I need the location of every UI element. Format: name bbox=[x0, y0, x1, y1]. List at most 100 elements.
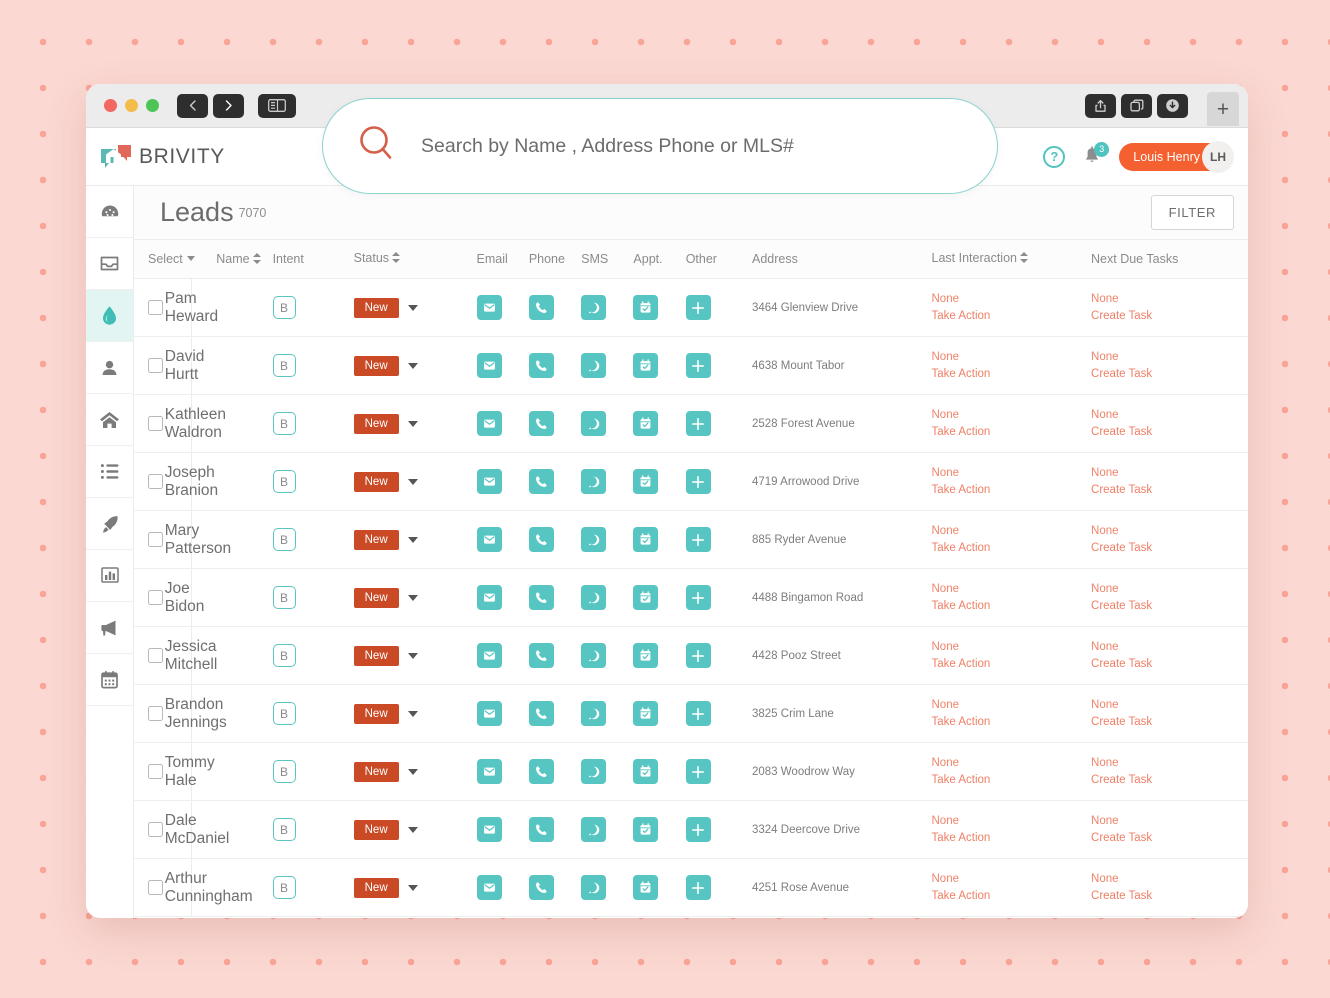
sidebar-item-marketing[interactable] bbox=[86, 602, 133, 654]
action-cell[interactable] bbox=[633, 568, 686, 627]
phone-icon[interactable] bbox=[528, 643, 554, 668]
download-button[interactable] bbox=[1157, 93, 1188, 118]
lead-name[interactable]: Arthur Cunningham bbox=[162, 858, 253, 917]
action-cell[interactable] bbox=[476, 278, 529, 337]
action-cell[interactable] bbox=[476, 626, 529, 685]
phone-icon[interactable] bbox=[528, 469, 554, 494]
chat-bubble-icon[interactable] bbox=[581, 469, 607, 494]
action-cell[interactable] bbox=[633, 336, 686, 395]
intent-cell[interactable]: B bbox=[272, 568, 354, 627]
row-checkbox[interactable] bbox=[148, 474, 163, 489]
table-row[interactable]: Dale McDaniel B New 3324 Deercove Drive None… bbox=[134, 800, 1248, 859]
calendar-check-icon[interactable] bbox=[633, 643, 659, 668]
action-cell[interactable] bbox=[633, 684, 686, 743]
chat-bubble-icon[interactable] bbox=[581, 759, 607, 784]
action-cell[interactable] bbox=[685, 858, 738, 917]
action-cell[interactable] bbox=[581, 394, 634, 453]
next-due-cell[interactable]: None Create Task bbox=[1091, 800, 1248, 859]
lead-name[interactable]: David Hurtt bbox=[162, 336, 204, 395]
table-row[interactable]: Mary Patterson B New 885 Ryder Avenue None Ta… bbox=[134, 510, 1248, 569]
action-cell[interactable] bbox=[528, 684, 582, 743]
plus-icon[interactable] bbox=[685, 875, 711, 900]
search-input[interactable]: Search by Name , Address Phone or MLS# bbox=[421, 135, 794, 158]
action-cell[interactable] bbox=[528, 278, 582, 337]
phone-icon[interactable] bbox=[528, 701, 554, 726]
last-interaction-cell[interactable]: None Take Action bbox=[931, 684, 1092, 743]
intent-cell[interactable]: B bbox=[272, 858, 354, 917]
table-row[interactable]: Pam Heward B New 3464 Glenview Drive None Tak… bbox=[134, 278, 1248, 337]
row-checkbox[interactable] bbox=[148, 822, 163, 837]
action-cell[interactable] bbox=[685, 568, 738, 627]
action-cell[interactable] bbox=[581, 510, 634, 569]
header-address[interactable]: Address bbox=[738, 240, 932, 279]
row-checkbox[interactable] bbox=[148, 300, 163, 315]
row-checkbox[interactable] bbox=[148, 880, 163, 895]
action-cell[interactable] bbox=[633, 452, 686, 511]
header-name[interactable]: Name bbox=[216, 252, 249, 266]
chat-bubble-icon[interactable] bbox=[581, 701, 607, 726]
status-cell[interactable]: New bbox=[353, 452, 477, 511]
action-cell[interactable] bbox=[633, 510, 686, 569]
table-row[interactable]: Jessica Mitchell B New 4428 Pooz Street None… bbox=[134, 626, 1248, 685]
action-cell[interactable] bbox=[528, 626, 582, 685]
phone-icon[interactable] bbox=[528, 295, 554, 320]
action-cell[interactable] bbox=[528, 800, 582, 859]
action-cell[interactable] bbox=[633, 858, 686, 917]
table-row[interactable]: Arthur Cunningham B New 4251 Rose Avenue Non… bbox=[134, 858, 1248, 917]
calendar-check-icon[interactable] bbox=[633, 295, 659, 320]
next-due-cell[interactable]: None Create Task bbox=[1091, 336, 1248, 395]
row-checkbox[interactable] bbox=[148, 416, 163, 431]
envelope-icon[interactable] bbox=[476, 527, 502, 552]
intent-cell[interactable]: B bbox=[272, 278, 354, 337]
tabs-overview-button[interactable] bbox=[1121, 93, 1152, 118]
intent-cell[interactable]: B bbox=[272, 336, 354, 395]
filter-button[interactable]: FILTER bbox=[1150, 195, 1234, 230]
envelope-icon[interactable] bbox=[476, 759, 502, 784]
action-cell[interactable] bbox=[528, 510, 582, 569]
envelope-icon[interactable] bbox=[476, 295, 502, 320]
action-cell[interactable] bbox=[685, 278, 738, 337]
last-interaction-cell[interactable]: None Take Action bbox=[931, 568, 1092, 627]
phone-icon[interactable] bbox=[528, 875, 554, 900]
table-row[interactable]: Brandon Jennings B New 3825 Crim Lane None Ta… bbox=[134, 684, 1248, 743]
action-cell[interactable] bbox=[476, 394, 529, 453]
plus-icon[interactable] bbox=[685, 411, 711, 436]
phone-icon[interactable] bbox=[528, 527, 554, 552]
phone-icon[interactable] bbox=[528, 353, 554, 378]
sidebar-item-calendar[interactable] bbox=[86, 654, 133, 706]
action-cell[interactable] bbox=[685, 510, 738, 569]
phone-icon[interactable] bbox=[528, 585, 554, 610]
lead-name[interactable]: Mary Patterson bbox=[162, 510, 231, 569]
lead-name[interactable]: Dale McDaniel bbox=[162, 800, 229, 859]
user-menu[interactable]: Louis Henry LH bbox=[1119, 140, 1234, 173]
row-checkbox[interactable] bbox=[148, 706, 163, 721]
action-cell[interactable] bbox=[476, 800, 529, 859]
envelope-icon[interactable] bbox=[476, 817, 502, 842]
action-cell[interactable] bbox=[685, 742, 738, 801]
plus-icon[interactable] bbox=[685, 527, 711, 552]
action-cell[interactable] bbox=[685, 800, 738, 859]
calendar-check-icon[interactable] bbox=[633, 353, 659, 378]
next-due-cell[interactable]: None Create Task bbox=[1091, 684, 1248, 743]
envelope-icon[interactable] bbox=[476, 353, 502, 378]
next-due-cell[interactable]: None Create Task bbox=[1091, 626, 1248, 685]
intent-cell[interactable]: B bbox=[272, 742, 354, 801]
header-status[interactable]: Status bbox=[353, 240, 477, 279]
lead-name[interactable]: Joe Bidon bbox=[162, 568, 204, 627]
lead-name[interactable]: Tommy Hale bbox=[162, 742, 215, 801]
status-cell[interactable]: New bbox=[353, 800, 477, 859]
sidebar-item-leads[interactable] bbox=[86, 290, 133, 342]
chat-bubble-icon[interactable] bbox=[581, 353, 607, 378]
envelope-icon[interactable] bbox=[476, 411, 502, 436]
plus-icon[interactable] bbox=[685, 643, 711, 668]
action-cell[interactable] bbox=[581, 800, 634, 859]
action-cell[interactable] bbox=[476, 742, 529, 801]
row-checkbox[interactable] bbox=[148, 590, 163, 605]
sidebar-item-people[interactable] bbox=[86, 342, 133, 394]
forward-button[interactable] bbox=[213, 93, 244, 118]
status-cell[interactable]: New bbox=[353, 510, 477, 569]
last-interaction-cell[interactable]: None Take Action bbox=[931, 510, 1092, 569]
intent-cell[interactable]: B bbox=[272, 800, 354, 859]
minimize-window-button[interactable] bbox=[125, 99, 138, 112]
action-cell[interactable] bbox=[476, 684, 529, 743]
